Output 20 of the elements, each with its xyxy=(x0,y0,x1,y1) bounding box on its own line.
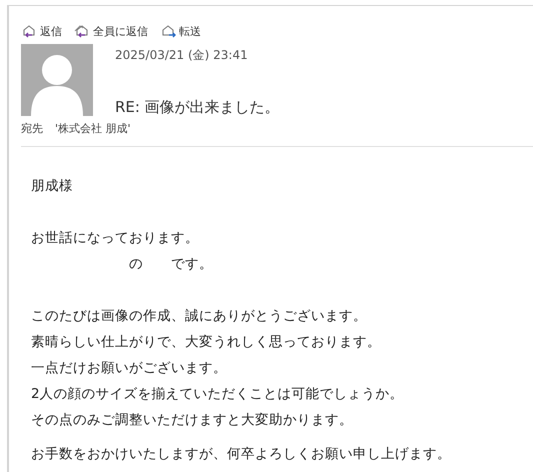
reply-all-icon xyxy=(74,24,90,38)
body-text-line: その点のみご調整いただけますと大変助かります。 xyxy=(31,411,354,430)
body-text-line: 素晴らしい仕上がりで、大変うれしく思っております。 xyxy=(31,333,382,352)
recipient-label: 宛先 xyxy=(21,121,43,136)
body-text-line: 2人の顔のサイズを揃えていただくことは可能でしょうか。 xyxy=(31,385,405,404)
sent-date: 2025/03/21 (金) 23:41 xyxy=(115,47,249,64)
body-text-line: の です。 xyxy=(128,255,214,274)
body-text-line: お世話になっております。 xyxy=(31,229,200,248)
body-text-line: このたびは画像の作成、誠にありがとうございます。 xyxy=(31,307,368,326)
body-text-line: 朋成様 xyxy=(31,177,74,196)
body-text-line: お手数をおかけいたしますが、何卒よろしくお願い申し上げます。 xyxy=(31,445,452,464)
avatar-icon xyxy=(21,44,93,116)
body-text-line: 一点だけお願いがございます。 xyxy=(31,359,228,378)
forward-icon xyxy=(160,24,176,38)
recipient-name: '株式会社 朋成' xyxy=(55,121,131,136)
forward-button[interactable]: 転送 xyxy=(160,24,201,38)
reply-button[interactable]: 返信 xyxy=(21,24,62,38)
reply-all-button[interactable]: 全員に返信 xyxy=(74,24,148,38)
reply-icon xyxy=(21,24,37,38)
message-subject: RE: 画像が出来ました。 xyxy=(115,98,280,117)
